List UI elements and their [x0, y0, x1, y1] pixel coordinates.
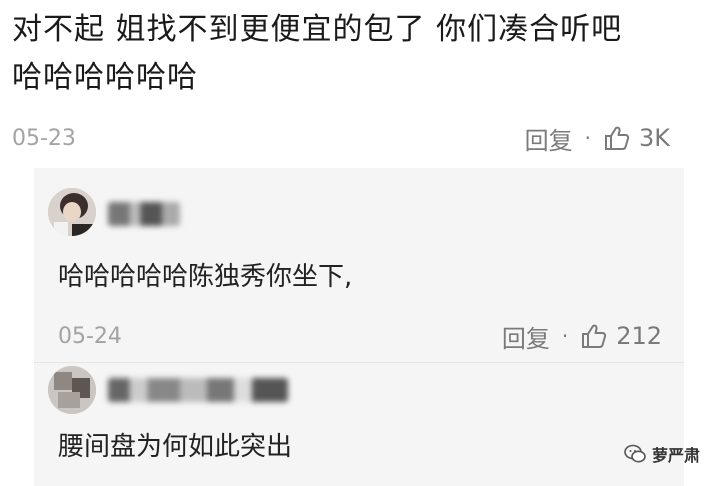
- like-count: 3K: [638, 124, 670, 152]
- watermark-text: 萝严肃: [651, 446, 700, 465]
- reply-button[interactable]: 回复: [525, 121, 573, 156]
- avatar[interactable]: [48, 366, 96, 414]
- reply-divider: [34, 362, 684, 363]
- like-count: 212: [616, 322, 662, 350]
- reply-meta: 05-24 回复 · 212: [58, 319, 662, 354]
- thumbs-up-icon[interactable]: [580, 322, 608, 350]
- separator-dot: ·: [584, 126, 591, 150]
- avatar[interactable]: [48, 188, 96, 236]
- reply-date: 05-24: [58, 323, 122, 349]
- reply-button[interactable]: 回复: [502, 319, 550, 354]
- comment-actions: 回复 · 3K: [525, 121, 670, 156]
- separator-dot: ·: [561, 324, 569, 348]
- wechat-icon: [624, 444, 646, 463]
- comment-line-1: 对不起 姐找不到更便宜的包了 你们凑合听吧: [12, 12, 623, 47]
- reply-item: 腰间盘为何如此突出: [48, 366, 668, 486]
- username-blurred[interactable]: [108, 378, 288, 402]
- reply-item: 哈哈哈哈哈陈独秀你坐下, 05-24 回复 · 212: [48, 184, 668, 353]
- username-blurred[interactable]: [108, 202, 180, 226]
- comment-meta: 05-23 回复 · 3K: [12, 121, 670, 156]
- comment-body: 对不起 姐找不到更便宜的包了 你们凑合听吧 哈哈哈哈哈哈: [12, 6, 702, 102]
- thumbs-up-icon[interactable]: [603, 124, 631, 152]
- reply-actions: 回复 · 212: [502, 319, 662, 354]
- comment-date: 05-23: [12, 125, 76, 151]
- reply-text: 哈哈哈哈哈陈独秀你坐下,: [58, 262, 353, 292]
- comment-screen: 对不起 姐找不到更便宜的包了 你们凑合听吧 哈哈哈哈哈哈 05-23 回复 · …: [0, 0, 708, 486]
- replies-panel: 哈哈哈哈哈陈独秀你坐下, 05-24 回复 · 212 腰间盘为何如此突出: [34, 168, 684, 486]
- reply-text: 腰间盘为何如此突出: [58, 432, 293, 462]
- comment-line-2: 哈哈哈哈哈哈: [12, 60, 198, 95]
- watermark: 萝严肃: [624, 442, 700, 466]
